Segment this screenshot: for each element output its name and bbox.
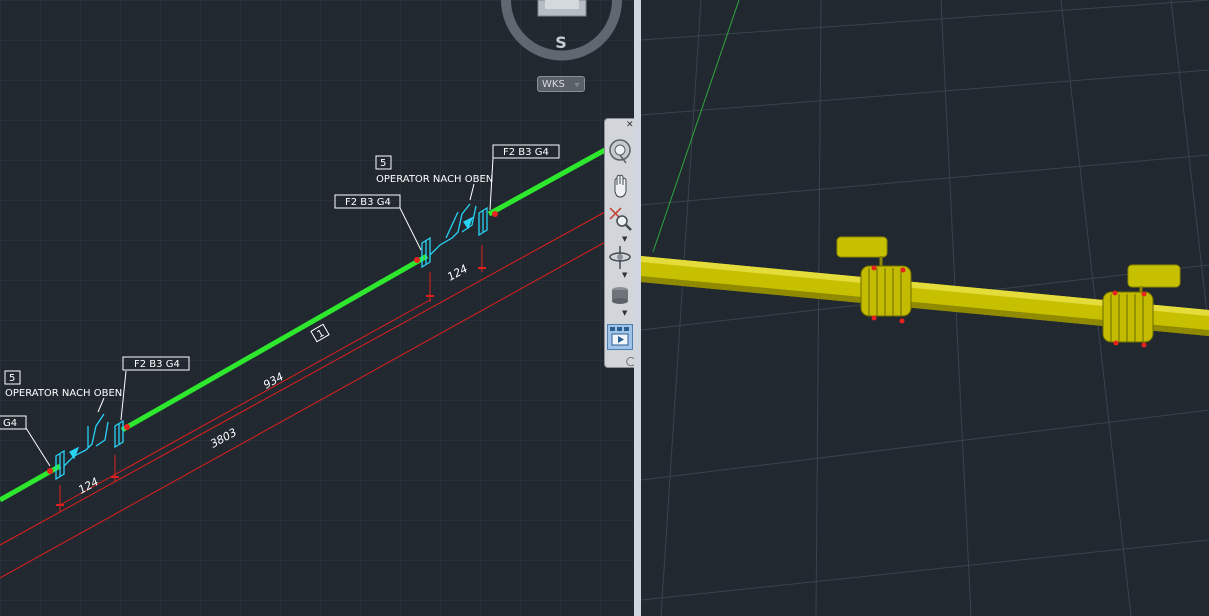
steering-wheel-icon[interactable] <box>607 137 633 167</box>
viewport-tiles-icon[interactable] <box>607 324 633 350</box>
svg-text:G4: G4 <box>3 418 17 429</box>
operator-note-right: OPERATOR NACH OBEN <box>376 174 493 185</box>
svg-text:F2 B3 G4: F2 B3 G4 <box>134 359 180 370</box>
chevron-down-icon: ▿ <box>574 80 579 89</box>
wcs-label: WKS <box>542 79 565 90</box>
viewport-splitter[interactable] <box>634 0 641 616</box>
iso-drawing-canvas: G4 F2 B3 G4 F2 B3 G4 F2 B3 G4 5 OPERATOR… <box>0 0 634 616</box>
menu-icon[interactable]: ◯ <box>626 357 634 367</box>
operator-note-left: OPERATOR NACH OBEN <box>5 388 122 399</box>
svg-text:F2 B3 G4: F2 B3 G4 <box>503 147 549 158</box>
model-canvas <box>641 0 1209 616</box>
grid <box>0 0 634 616</box>
orbit-icon[interactable] <box>607 243 633 273</box>
navigation-bar: ✕ ▼ ▼ ▼ ◯ <box>604 118 634 368</box>
drawing-viewport-2d[interactable]: G4 F2 B3 G4 F2 B3 G4 F2 B3 G4 5 OPERATOR… <box>0 0 634 616</box>
chevron-down-icon[interactable]: ▼ <box>622 271 627 279</box>
showmotion-icon[interactable] <box>607 281 633 311</box>
chevron-down-icon[interactable]: ▼ <box>622 309 627 317</box>
tag-box-mid[interactable]: F2 B3 G4 <box>334 194 401 209</box>
viewcube-compass-label[interactable]: S <box>549 33 573 52</box>
wcs-menu-button[interactable]: WKS ▿ <box>537 76 585 92</box>
model-viewport-3d[interactable] <box>641 0 1209 616</box>
pan-icon[interactable] <box>607 171 633 201</box>
chevron-down-icon[interactable]: ▼ <box>622 235 627 243</box>
svg-text:F2 B3 G4: F2 B3 G4 <box>345 197 391 208</box>
svg-text:5: 5 <box>380 158 386 169</box>
zoom-extents-icon[interactable] <box>607 205 633 235</box>
svg-text:5: 5 <box>9 373 15 384</box>
close-icon[interactable]: ✕ <box>626 120 634 130</box>
